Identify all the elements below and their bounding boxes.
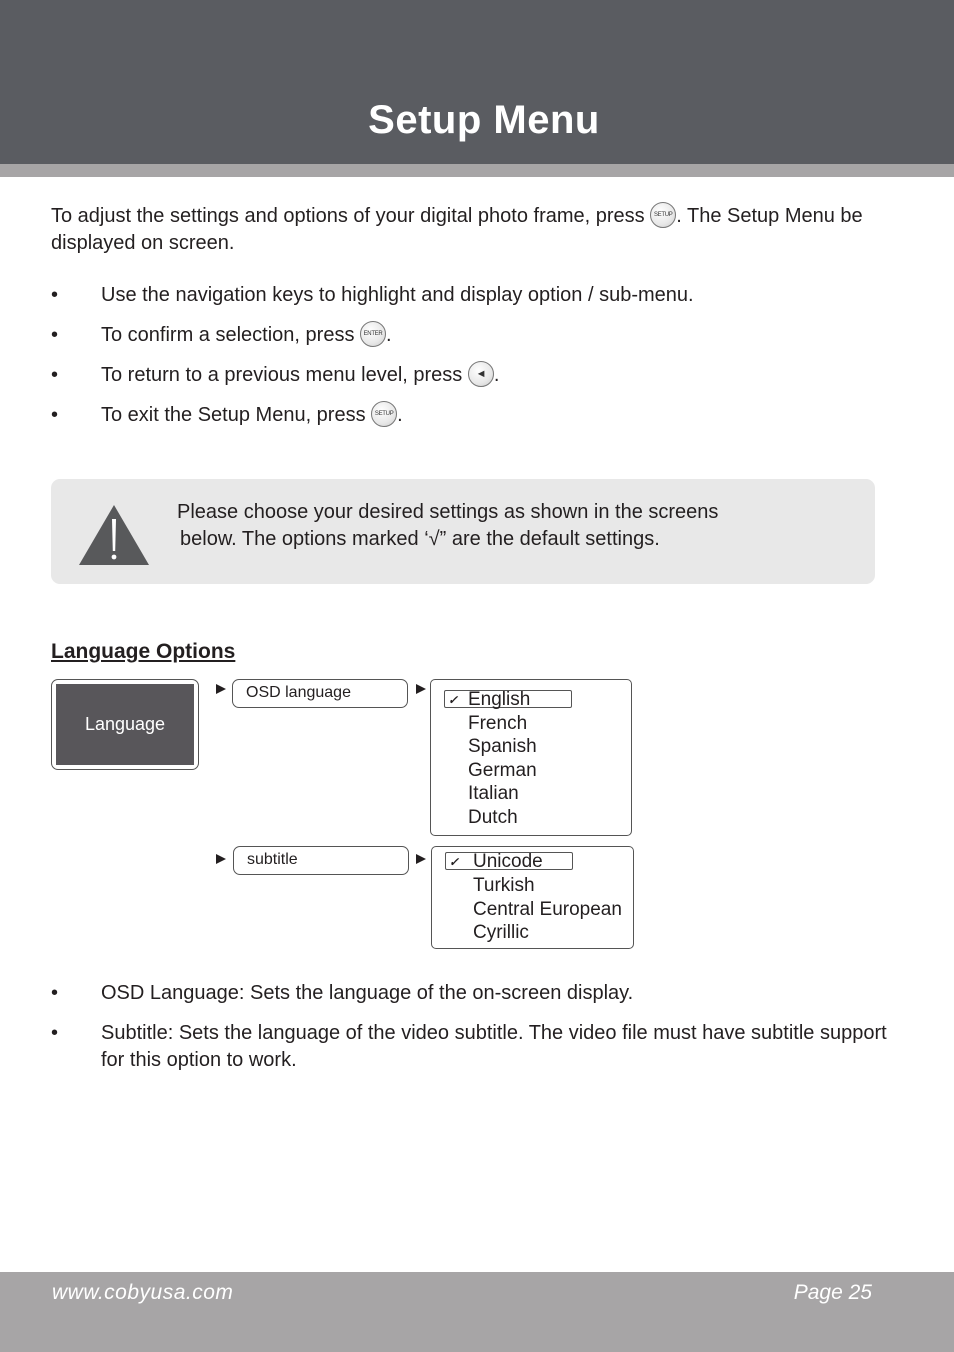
intro-paragraph: To adjust the settings and options of yo… bbox=[51, 201, 891, 257]
page-number: Page 25 bbox=[793, 1281, 872, 1304]
option-english: English bbox=[468, 689, 531, 710]
header-stripe bbox=[0, 164, 954, 177]
language-menu-item: Language bbox=[51, 679, 199, 770]
arrow-right-icon bbox=[216, 854, 226, 864]
list-item-text: To confirm a selection, press bbox=[101, 324, 360, 346]
check-icon: ✓ bbox=[448, 693, 459, 707]
list-item-text-end: . bbox=[397, 404, 403, 426]
warning-icon bbox=[79, 505, 149, 565]
note-text: Please choose your desired settings as s… bbox=[177, 499, 718, 553]
list-item-text: Use the navigation keys to highlight and… bbox=[101, 284, 694, 306]
list-item-text-end: . bbox=[493, 364, 500, 386]
bullet-dot: • bbox=[51, 404, 59, 426]
check-icon: ✓ bbox=[449, 855, 460, 869]
list-item-text: To exit the Setup Menu, press bbox=[101, 404, 372, 426]
list-item: • To return to a previous menu level, pr… bbox=[51, 360, 891, 389]
description-osd-language: OSD Language: Sets the language of the o… bbox=[101, 982, 634, 1004]
option-turkish: Turkish bbox=[473, 875, 535, 896]
option-unicode: Unicode bbox=[473, 851, 543, 872]
enter-button-icon: ENTER bbox=[360, 320, 386, 347]
bullet-dot: • bbox=[51, 364, 59, 386]
subtitle-options: ✓ Unicode Turkish Central European Cyril… bbox=[431, 846, 634, 949]
note-box: Please choose your desired settings as s… bbox=[51, 479, 875, 584]
option-italian: Italian bbox=[468, 783, 519, 804]
list-item: • To confirm a selection, press ENTER. bbox=[51, 320, 891, 349]
osd-language-options: ✓ English French Spanish German Italian … bbox=[430, 679, 632, 836]
option-cyrillic: Cyrillic bbox=[473, 922, 529, 943]
arrow-right-icon bbox=[416, 854, 426, 864]
list-item-text: To return to a previous menu level, pres… bbox=[101, 364, 468, 386]
arrow-right-icon bbox=[416, 684, 426, 694]
option-central-european: Central European bbox=[473, 898, 622, 920]
bullet-dot: • bbox=[51, 982, 59, 1004]
note-line-1: Please choose your desired settings as s… bbox=[177, 501, 719, 523]
option-french: French bbox=[468, 712, 528, 734]
bullet-dot: • bbox=[51, 1022, 59, 1044]
setup-button-icon: SETUP bbox=[650, 201, 677, 228]
list-item: • OSD Language: Sets the language of the… bbox=[51, 980, 891, 1007]
option-german: German bbox=[468, 759, 537, 781]
language-menu-label: Language bbox=[56, 684, 194, 765]
submenu-subtitle: subtitle bbox=[233, 846, 409, 875]
setup-button-icon: SETUP bbox=[371, 400, 398, 427]
description-list: • OSD Language: Sets the language of the… bbox=[51, 980, 891, 1087]
option-spanish: Spanish bbox=[468, 736, 537, 757]
submenu-osd-language: OSD language bbox=[232, 679, 408, 708]
instruction-list: • Use the navigation keys to highlight a… bbox=[51, 282, 891, 442]
bullet-dot: • bbox=[51, 284, 59, 306]
left-arrow-button-icon: ◄ bbox=[467, 360, 494, 387]
list-item: • Subtitle: Sets the language of the vid… bbox=[51, 1020, 891, 1074]
list-item: • Use the navigation keys to highlight a… bbox=[51, 282, 891, 309]
intro-text: To adjust the settings and options of yo… bbox=[51, 205, 651, 227]
bullet-dot: • bbox=[51, 324, 59, 346]
page-header: Setup Menu bbox=[0, 0, 954, 164]
arrow-right-icon bbox=[216, 684, 226, 694]
page-title: Setup Menu bbox=[368, 98, 600, 142]
list-item-text-end: . bbox=[386, 324, 392, 346]
section-title: Language Options bbox=[51, 640, 236, 663]
note-line-2: below. The options marked ‘√” are the de… bbox=[180, 528, 660, 550]
option-dutch: Dutch bbox=[468, 806, 518, 828]
page-footer: www.cobyusa.com Page 25 bbox=[0, 1272, 954, 1352]
description-subtitle: Subtitle: Sets the language of the video… bbox=[101, 1022, 887, 1071]
website-link[interactable]: www.cobyusa.com bbox=[52, 1281, 233, 1305]
list-item: • To exit the Setup Menu, press SETUP. bbox=[51, 400, 891, 429]
